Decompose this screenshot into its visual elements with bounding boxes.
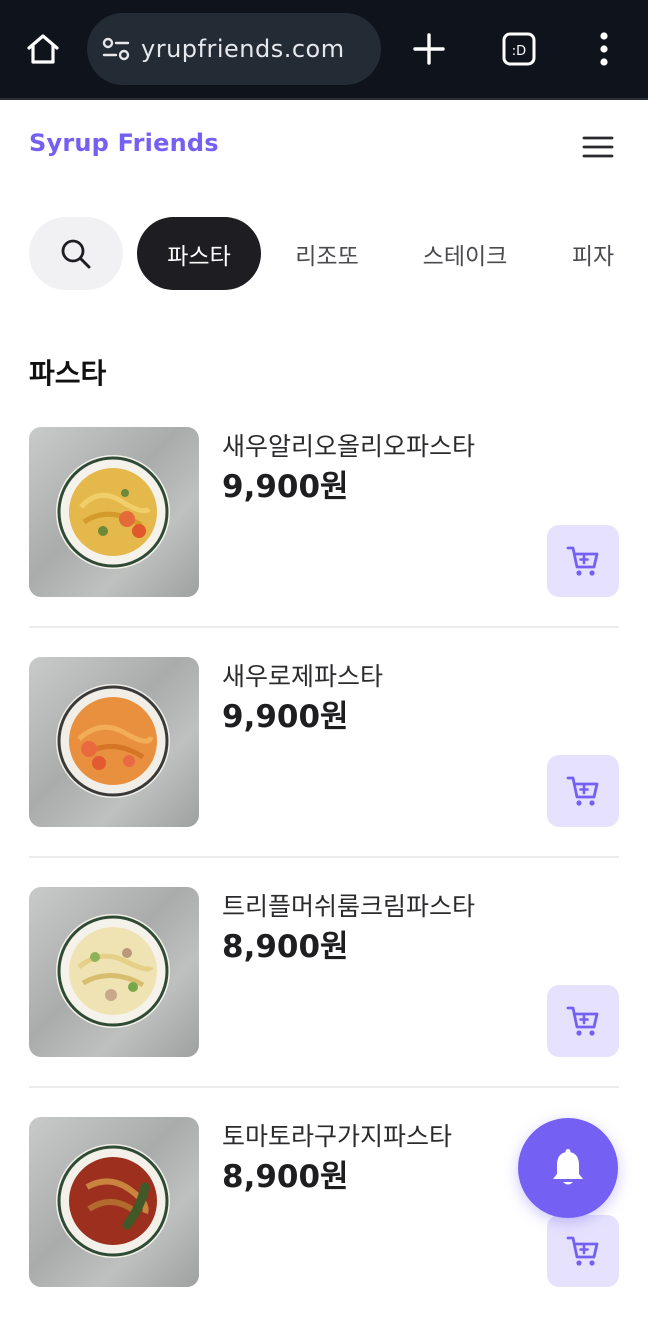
add-to-cart-button[interactable]: [547, 755, 619, 827]
search-button[interactable]: [29, 217, 123, 290]
item-price: 9,900원: [222, 469, 349, 505]
category-tabs: 파스타 리조또 스테이크 피자: [0, 217, 648, 291]
site-settings-icon[interactable]: [101, 36, 131, 62]
item-name: 트리플머쉬룸크림파스타: [222, 892, 476, 921]
menu-icon: [582, 136, 614, 158]
cart-icon: [566, 776, 599, 806]
add-to-cart-button[interactable]: [547, 985, 619, 1057]
divider: [29, 1086, 619, 1088]
new-tab-button[interactable]: [404, 24, 454, 74]
cart-icon: [566, 1006, 599, 1036]
site-header: Syrup Friends: [0, 102, 648, 188]
cart-icon: [566, 546, 599, 576]
bell-icon: [553, 1149, 583, 1185]
item-price: 8,900원: [222, 929, 349, 965]
home-button[interactable]: [18, 24, 68, 74]
tab-steak[interactable]: 스테이크: [400, 217, 530, 290]
search-icon: [61, 239, 91, 268]
more-vert-icon: [600, 32, 608, 66]
divider: [29, 626, 619, 628]
home-icon: [27, 34, 59, 64]
address-bar[interactable]: yrupfriends.com: [87, 13, 381, 85]
list-item[interactable]: 새우알리오올리오파스타 9,900원: [29, 427, 619, 627]
tab-risotto[interactable]: 리조또: [272, 217, 382, 290]
browser-toolbar: yrupfriends.com :D: [0, 0, 648, 100]
cart-icon: [566, 1236, 599, 1266]
tab-pasta[interactable]: 파스타: [137, 217, 261, 290]
dish-image: [29, 427, 199, 597]
url-text: yrupfriends.com: [141, 35, 345, 63]
dish-image: [29, 1117, 199, 1287]
add-to-cart-button[interactable]: [547, 1215, 619, 1287]
add-to-cart-button[interactable]: [547, 525, 619, 597]
plus-icon: [413, 33, 445, 65]
dish-image: [29, 887, 199, 1057]
divider: [29, 856, 619, 858]
list-item[interactable]: 새우로제파스타 9,900원: [29, 657, 619, 857]
site-logo[interactable]: Syrup Friends: [29, 129, 219, 157]
tab-switcher-button[interactable]: :D: [494, 24, 544, 74]
item-price: 9,900원: [222, 699, 349, 735]
notification-button[interactable]: [518, 1118, 618, 1218]
list-item[interactable]: 트리플머쉬룸크림파스타 8,900원: [29, 887, 619, 1087]
item-name: 새우알리오올리오파스타: [222, 432, 476, 461]
tab-pizza[interactable]: 피자: [552, 217, 634, 290]
tab-count: :D: [512, 44, 526, 59]
section-title: 파스타: [29, 357, 107, 390]
tabs-icon: :D: [502, 32, 536, 66]
item-price: 8,900원: [222, 1159, 349, 1195]
menu-button[interactable]: [580, 132, 616, 162]
item-name: 새우로제파스타: [222, 662, 384, 691]
item-name: 토마토라구가지파스타: [222, 1122, 453, 1151]
dish-image: [29, 657, 199, 827]
browser-menu-button[interactable]: [584, 24, 624, 74]
